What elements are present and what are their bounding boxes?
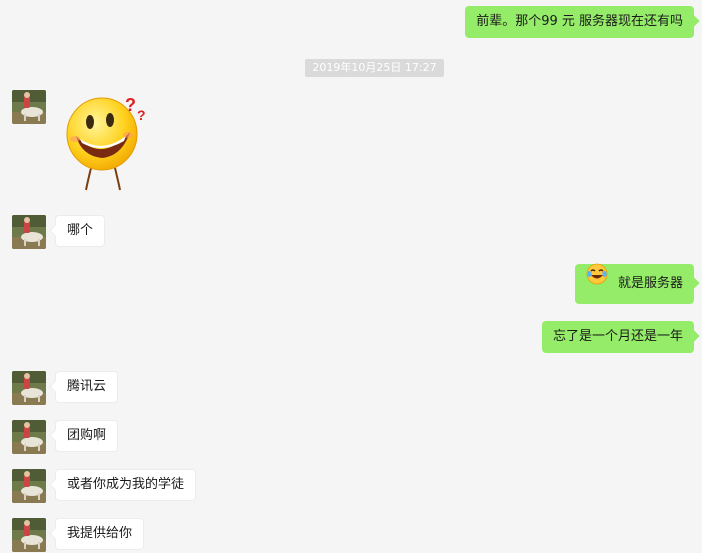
chat-window: 前辈。那个99 元 服务器现在还有吗 2019年10月25日 17:27 ? ?… bbox=[0, 0, 702, 553]
message-text: 哪个 bbox=[67, 223, 94, 238]
avatar[interactable] bbox=[12, 215, 46, 249]
crying-laughing-emoji-icon bbox=[586, 262, 608, 302]
message-text: 我提供给你 bbox=[67, 526, 133, 541]
timestamp-divider: 2019年10月25日 17:27 bbox=[305, 59, 444, 77]
confused-smiley-sticker[interactable]: ? ? bbox=[62, 94, 154, 196]
message-bubble-incoming[interactable]: 腾讯云 bbox=[55, 371, 119, 403]
message-bubble-incoming[interactable]: 团购啊 bbox=[55, 420, 119, 452]
message-text: 忘了是一个月还是一年 bbox=[552, 329, 683, 344]
avatar[interactable] bbox=[12, 469, 46, 503]
message-text: 前辈。那个99 元 服务器现在还有吗 bbox=[476, 14, 683, 29]
message-text: 团购啊 bbox=[67, 428, 107, 443]
avatar[interactable] bbox=[12, 90, 46, 124]
message-bubble-incoming[interactable]: 或者你成为我的学徒 bbox=[55, 469, 197, 501]
message-bubble-outgoing[interactable]: 前辈。那个99 元 服务器现在还有吗 bbox=[465, 6, 694, 38]
message-text: 就是服务器 bbox=[617, 276, 683, 291]
message-text: 腾讯云 bbox=[67, 379, 107, 394]
message-bubble-incoming[interactable]: 我提供给你 bbox=[55, 518, 145, 550]
avatar[interactable] bbox=[12, 371, 46, 405]
svg-text:?: ? bbox=[137, 107, 146, 123]
message-text: 或者你成为我的学徒 bbox=[67, 477, 185, 492]
message-bubble-outgoing[interactable]: 就是服务器 bbox=[574, 262, 694, 304]
message-bubble-outgoing[interactable]: 忘了是一个月还是一年 bbox=[541, 321, 694, 353]
avatar[interactable] bbox=[12, 518, 46, 552]
avatar[interactable] bbox=[12, 420, 46, 454]
message-bubble-incoming[interactable]: 哪个 bbox=[55, 215, 106, 247]
svg-text:?: ? bbox=[125, 95, 136, 115]
